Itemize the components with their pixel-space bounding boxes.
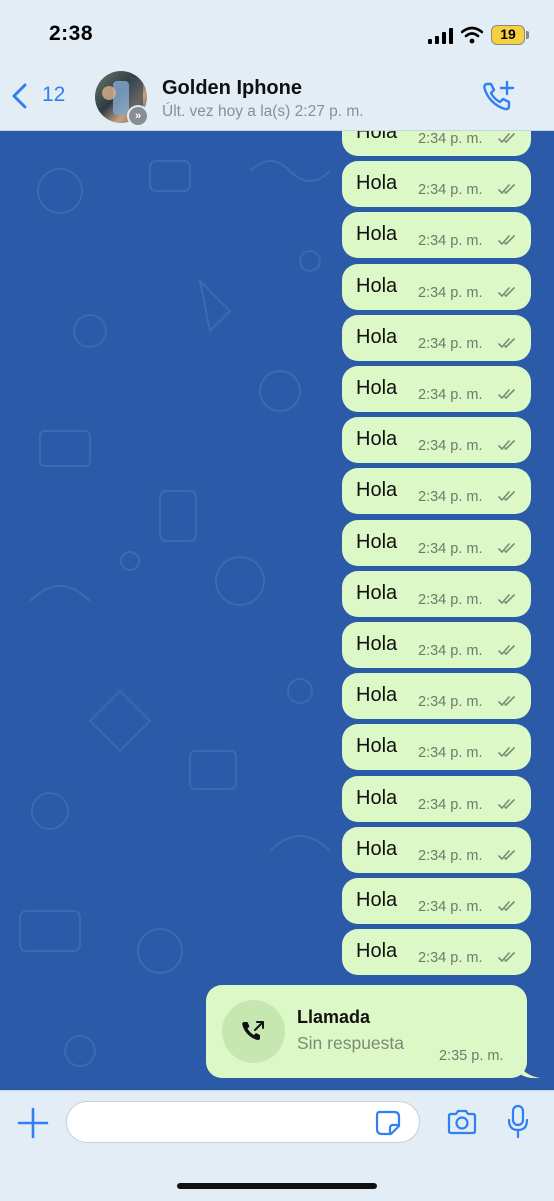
- message-bubble[interactable]: Hola 2:34 p. m.: [342, 366, 531, 412]
- chat-header: 12 » Golden Iphone Últ. vez hoy a la(s) …: [0, 62, 554, 131]
- message-text: Hola: [356, 735, 398, 758]
- status-bar: 2:38 19: [0, 0, 554, 62]
- call-bubble[interactable]: Llamada Sin respuesta 2:35 p. m.: [206, 985, 527, 1078]
- sticker-icon[interactable]: [375, 1110, 401, 1136]
- message-text: Hola: [356, 581, 398, 604]
- message-time: 2:34 p. m.: [418, 489, 483, 506]
- message-text: Hola: [356, 377, 398, 399]
- signal-icon: [428, 28, 453, 44]
- double-check-icon: [498, 593, 515, 604]
- message-text: Hola: [356, 223, 398, 246]
- message-bubble[interactable]: Hola 2:34 p. m.: [342, 878, 531, 924]
- double-check-icon: [498, 184, 515, 195]
- bubble-tail: [518, 1061, 540, 1079]
- double-check-icon: [498, 696, 515, 707]
- message-bubble[interactable]: Hola 2:34 p. m.: [342, 929, 531, 976]
- message-time: 2:34 p. m.: [418, 438, 483, 455]
- message-time: 2:34 p. m.: [418, 950, 483, 967]
- double-check-icon: [498, 337, 515, 348]
- message-time: 2:34 p. m.: [418, 540, 483, 557]
- back-chevron-icon: [12, 83, 27, 109]
- double-check-icon: [498, 901, 515, 912]
- mic-icon[interactable]: [506, 1104, 530, 1140]
- message-bubble[interactable]: Hola 2:34 p. m.: [342, 468, 531, 515]
- message-time: 2:34 p. m.: [418, 284, 483, 301]
- home-indicator: [177, 1183, 377, 1189]
- message-bubble[interactable]: Hola 2:34 p. m.: [342, 622, 531, 668]
- message-bubble[interactable]: Hola 2:34 p. m.: [342, 724, 531, 771]
- composer-bar: [0, 1090, 554, 1201]
- message-bubble[interactable]: Hola 2:34 p. m.: [342, 314, 531, 361]
- message-bubble[interactable]: Hola 2:34 p. m.: [342, 775, 531, 822]
- double-check-icon: [498, 849, 515, 860]
- message-time: 2:34 p. m.: [418, 131, 483, 147]
- avatar-badge: »: [127, 105, 149, 127]
- message-bubble[interactable]: Hola 2:34 p. m.: [342, 519, 531, 566]
- back-button[interactable]: 12: [10, 79, 70, 113]
- call-status: Sin respuesta: [297, 1033, 405, 1053]
- double-check-icon: [498, 542, 515, 553]
- double-check-icon: [498, 286, 515, 297]
- message-text: Hola: [356, 786, 398, 809]
- double-check-icon: [498, 645, 515, 656]
- battery-tip: [526, 31, 529, 39]
- double-check-icon: [498, 798, 515, 809]
- message-text: Hola: [356, 684, 398, 707]
- chat-area[interactable]: Hola 2:34 p. m. Hola 2:34 p. m. Hola 2:34 p. …: [0, 131, 554, 1090]
- message-text: Hola: [356, 530, 398, 553]
- message-time: 2:34 p. m.: [418, 643, 483, 659]
- message-bubble[interactable]: Hola 2:34 p. m.: [342, 826, 531, 873]
- forward-icon: »: [129, 107, 147, 125]
- camera-icon[interactable]: [446, 1108, 478, 1136]
- message-text: Hola: [356, 274, 398, 297]
- phone-outgoing-icon: [242, 1021, 264, 1041]
- message-time: 2:34 p. m.: [418, 847, 483, 864]
- message-time: 2:34 p. m.: [418, 899, 483, 915]
- call-time: 2:35 p. m.: [439, 1048, 504, 1064]
- message-text: Hola: [356, 131, 398, 143]
- battery-icon: 19: [491, 25, 525, 45]
- call-icon-circle: [222, 1000, 285, 1063]
- message-input[interactable]: [66, 1101, 420, 1143]
- message-bubble[interactable]: Hola 2:34 p. m.: [342, 417, 531, 464]
- message-text: Hola: [356, 633, 398, 655]
- status-time: 2:38: [49, 22, 94, 45]
- double-check-icon: [498, 747, 515, 758]
- contact-name[interactable]: Golden Iphone: [162, 77, 302, 100]
- message-text: Hola: [356, 889, 398, 911]
- message-bubble[interactable]: Hola 2:34 p. m.: [342, 131, 531, 156]
- message-time: 2:34 p. m.: [418, 745, 483, 762]
- message-text: Hola: [356, 325, 398, 348]
- message-time: 2:34 p. m.: [418, 796, 483, 813]
- message-text: Hola: [356, 837, 398, 860]
- add-call-icon[interactable]: [480, 78, 520, 114]
- double-check-icon: [498, 952, 515, 963]
- message-time: 2:34 p. m.: [418, 591, 483, 608]
- unread-count: 12: [42, 83, 66, 106]
- message-time: 2:34 p. m.: [418, 694, 483, 711]
- message-text: Hola: [356, 940, 398, 963]
- wifi-icon: [461, 26, 483, 44]
- message-time: 2:34 p. m.: [418, 233, 483, 250]
- message-bubble[interactable]: Hola 2:34 p. m.: [342, 570, 531, 617]
- double-check-icon: [498, 491, 515, 502]
- double-check-icon: [498, 133, 515, 144]
- double-check-icon: [498, 389, 515, 400]
- message-text: Hola: [356, 428, 398, 451]
- message-bubble[interactable]: Hola 2:34 p. m.: [342, 161, 531, 208]
- message-text: Hola: [356, 479, 398, 502]
- message-bubble[interactable]: Hola 2:34 p. m.: [342, 673, 531, 720]
- plus-icon[interactable]: [16, 1106, 50, 1140]
- last-seen: Últ. vez hoy a la(s) 2:27 p. m.: [162, 103, 364, 120]
- message-bubble[interactable]: Hola 2:34 p. m.: [342, 263, 531, 310]
- message-text: Hola: [356, 172, 398, 195]
- message-time: 2:34 p. m.: [418, 335, 483, 352]
- double-check-icon: [498, 440, 515, 451]
- message-time: 2:34 p. m.: [418, 387, 483, 403]
- message-bubble[interactable]: Hola 2:34 p. m.: [342, 212, 531, 259]
- double-check-icon: [498, 235, 515, 246]
- call-title: Llamada: [297, 1007, 371, 1027]
- message-time: 2:34 p. m.: [418, 182, 483, 199]
